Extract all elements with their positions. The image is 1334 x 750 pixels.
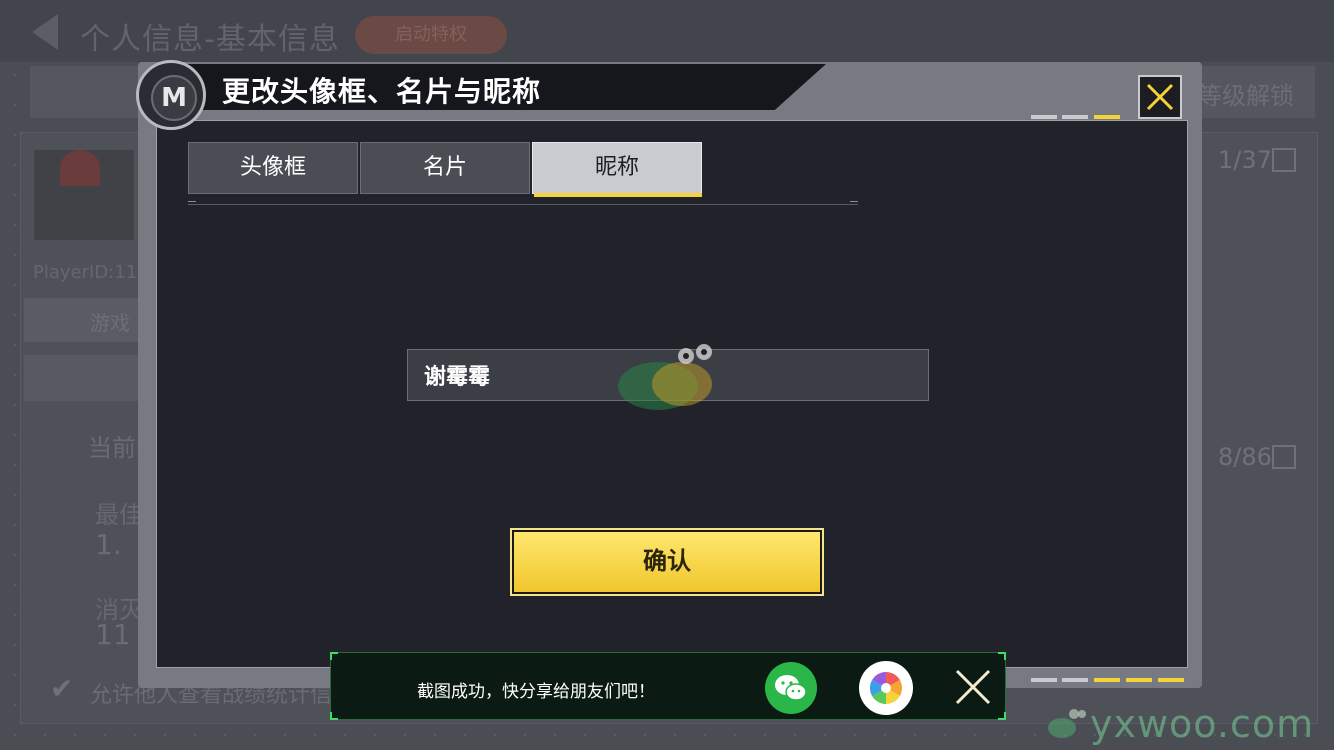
back-arrow-icon [32, 14, 58, 50]
background-button-label: 游戏 [90, 311, 130, 335]
watermark-logo-icon [618, 344, 712, 410]
toast-close-button[interactable] [951, 665, 995, 709]
edit-icon [1272, 148, 1296, 172]
decor-dash [1062, 678, 1088, 682]
active-tab-indicator [534, 193, 702, 197]
toast-corner [330, 712, 338, 720]
toast-message: 截图成功，快分享给朋友们吧！ [417, 682, 655, 702]
toast-corner [998, 652, 1006, 660]
background-title: 个人信息-基本信息 [80, 22, 340, 57]
toast-corner [330, 652, 338, 660]
background-stat-value: 1. [95, 528, 122, 561]
tab-nickname[interactable]: 昵称 [532, 142, 702, 194]
background-player-id: PlayerID:113 [33, 262, 149, 283]
decor-dash [1126, 678, 1152, 682]
decor-dash [1031, 678, 1057, 682]
background-tab-unlock: 等级解锁 [1198, 82, 1294, 110]
logo-icon: M [151, 75, 197, 121]
decor-dash [1094, 678, 1120, 682]
decor-dash [1031, 115, 1057, 119]
share-wechat-button[interactable] [765, 662, 817, 714]
tab-divider-cap [188, 201, 196, 202]
tab-avatar-frame[interactable]: 头像框 [188, 142, 358, 194]
decor-dash [1158, 678, 1184, 682]
background-button-2 [24, 355, 154, 401]
decor-dash [1062, 115, 1088, 119]
album-icon [869, 671, 903, 705]
dialog-title: 更改头像框、名片与昵称 [222, 75, 542, 108]
share-album-button[interactable] [859, 661, 913, 715]
tab-divider-cap [850, 201, 858, 202]
tab-divider [188, 204, 858, 205]
tab-name-card[interactable]: 名片 [360, 142, 530, 194]
checkmark-icon: ✔ [50, 672, 74, 705]
close-icon [1146, 83, 1174, 111]
logo-badge: M [136, 60, 206, 130]
close-icon [955, 669, 991, 705]
confirm-button[interactable]: 确认 [510, 528, 824, 596]
background-button [24, 298, 154, 342]
background-stat-label: 最佳 [95, 501, 143, 529]
toast-corner [998, 712, 1006, 720]
site-watermark-icon [1048, 709, 1086, 738]
site-watermark: yxwoo.com [1090, 702, 1315, 746]
edit-icon [1272, 445, 1296, 469]
background-count-top: 1/37 [1218, 146, 1272, 174]
decor-dash [1094, 115, 1120, 119]
background-count-bottom: 8/86 [1218, 443, 1272, 471]
change-profile-dialog: 更改头像框、名片与昵称 M 头像框 名片 昵称 确认 [136, 60, 1202, 688]
background-pill: 启动特权 [355, 16, 507, 54]
avatar-hat-icon [60, 150, 100, 186]
screenshot-share-toast: 截图成功，快分享给朋友们吧！ [330, 652, 1006, 720]
background-stat-value-2: 11 [95, 618, 131, 651]
close-button[interactable] [1138, 75, 1182, 119]
wechat-icon [775, 675, 807, 701]
